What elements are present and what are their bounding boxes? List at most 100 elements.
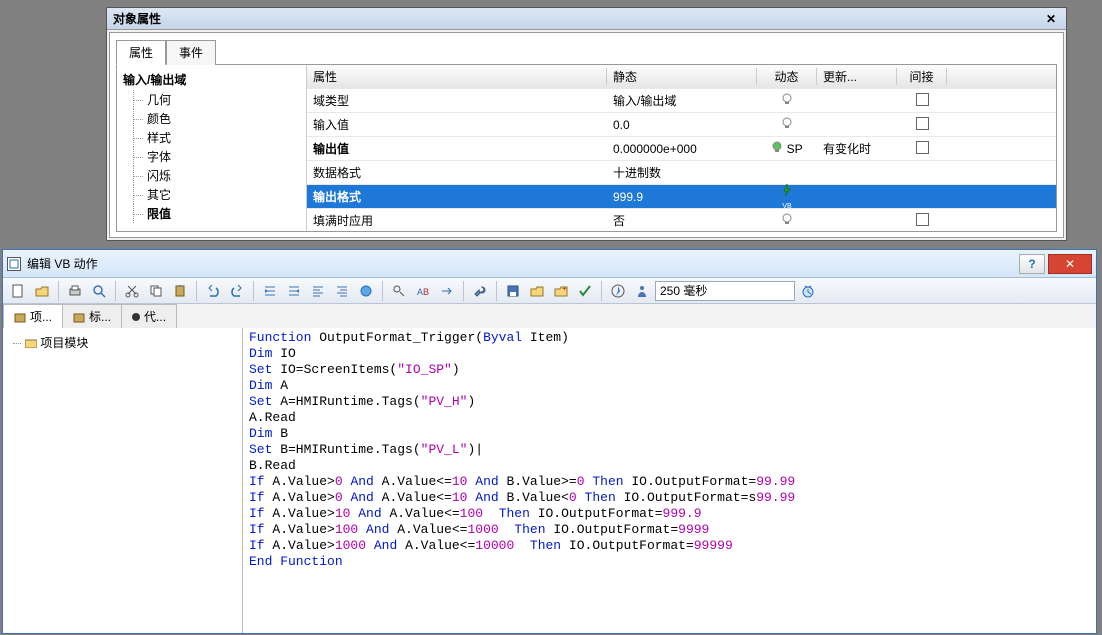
tree-root[interactable]: 输入/输出域 <box>119 69 304 90</box>
attr-static[interactable]: 0.000000e+000 <box>607 142 757 156</box>
svg-text:+: + <box>562 284 567 293</box>
table-row[interactable]: 输出格式999.9 VB <box>307 185 1056 209</box>
print-icon[interactable] <box>64 280 86 302</box>
col-dynamic[interactable]: 动态 <box>757 68 817 85</box>
redo-icon[interactable] <box>226 280 248 302</box>
bulb-icon[interactable] <box>781 117 793 129</box>
vb-title: 编辑 VB 动作 <box>27 255 98 272</box>
tab-events[interactable]: 事件 <box>166 40 216 65</box>
folder-icon[interactable] <box>526 280 548 302</box>
help-button[interactable]: ? <box>1019 254 1045 274</box>
project-tree: 项目模块 <box>3 328 243 633</box>
tree-project-modules[interactable]: 项目模块 <box>7 332 238 353</box>
attr-indirect[interactable] <box>897 117 947 133</box>
tree-item[interactable]: 闪烁 <box>119 166 304 185</box>
vb-tabs: 项... 标... 代... <box>3 304 1096 328</box>
attr-name: 域类型 <box>307 92 607 109</box>
table-row[interactable]: 输出值0.000000e+000 SP有变化时 <box>307 137 1056 161</box>
bulb-icon[interactable] <box>781 93 793 105</box>
indent-icon[interactable] <box>259 280 281 302</box>
tree-item[interactable]: 样式 <box>119 128 304 147</box>
table-row[interactable]: 填满时应用否 <box>307 209 1056 231</box>
checkbox[interactable] <box>916 141 929 154</box>
attr-name: 输出值 <box>307 140 607 157</box>
table-row[interactable]: 域类型输入/输出域 <box>307 89 1056 113</box>
tab-bookmarks-label: 标... <box>89 308 111 325</box>
vb-toolbar: AB + <box>3 278 1096 304</box>
tab-code[interactable]: 代... <box>121 304 177 328</box>
attr-static[interactable]: 否 <box>607 212 757 229</box>
object-properties-window: 对象属性 ✕ 属性 事件 输入/输出域 几何颜色样式字体闪烁其它限值 属性 静态… <box>106 7 1067 241</box>
undo-icon[interactable] <box>202 280 224 302</box>
property-table: 属性 静态 动态 更新... 间接 域类型输入/输出域输入值0.0输出值0.00… <box>307 65 1056 231</box>
bookmark-icon[interactable] <box>355 280 377 302</box>
table-row[interactable]: 数据格式十进制数 <box>307 161 1056 185</box>
tree-item[interactable]: 几何 <box>119 90 304 109</box>
save-icon[interactable] <box>502 280 524 302</box>
attr-indirect[interactable] <box>897 213 947 229</box>
props-titlebar[interactable]: 对象属性 ✕ <box>107 8 1066 30</box>
check-icon[interactable] <box>574 280 596 302</box>
tab-bookmarks[interactable]: 标... <box>62 304 122 328</box>
person-icon[interactable] <box>631 280 653 302</box>
bulb-icon[interactable] <box>781 213 793 225</box>
tree-item[interactable]: 限值 <box>119 204 304 223</box>
attr-update[interactable]: 有变化时 <box>817 140 897 157</box>
goto-icon[interactable] <box>436 280 458 302</box>
attr-name: 填满时应用 <box>307 212 607 229</box>
col-update[interactable]: 更新... <box>817 68 897 85</box>
tree-project-label: 项目模块 <box>40 336 88 350</box>
table-row[interactable]: 输入值0.0 <box>307 113 1056 137</box>
attr-name: 输入值 <box>307 116 607 133</box>
attr-static[interactable]: 999.9 <box>607 190 757 204</box>
tab-project[interactable]: 项... <box>3 304 63 328</box>
attr-dynamic[interactable] <box>757 93 817 108</box>
checkbox[interactable] <box>916 213 929 226</box>
svg-text:B: B <box>423 287 429 297</box>
tree-item[interactable]: 颜色 <box>119 109 304 128</box>
preview-icon[interactable] <box>88 280 110 302</box>
trigger-interval-input[interactable] <box>655 281 795 301</box>
replace-icon[interactable]: AB <box>412 280 434 302</box>
col-static[interactable]: 静态 <box>607 68 757 85</box>
checkbox[interactable] <box>916 117 929 130</box>
attr-indirect[interactable] <box>897 93 947 109</box>
attr-indirect[interactable] <box>897 141 947 157</box>
align-left-icon[interactable] <box>307 280 329 302</box>
tree-item[interactable]: 字体 <box>119 147 304 166</box>
close-button[interactable]: ✕ <box>1048 254 1092 274</box>
bulb-icon[interactable] <box>771 141 783 153</box>
attr-dynamic[interactable]: VB <box>757 184 817 210</box>
vb-titlebar[interactable]: 编辑 VB 动作 ? ✕ <box>3 250 1096 278</box>
attr-static[interactable]: 十进制数 <box>607 164 757 181</box>
col-indirect[interactable]: 间接 <box>897 68 947 85</box>
wrench-icon[interactable] <box>469 280 491 302</box>
vb-bolt-icon[interactable]: VB <box>781 184 793 196</box>
attr-static[interactable]: 0.0 <box>607 118 757 132</box>
clock-icon[interactable] <box>797 280 819 302</box>
find-icon[interactable] <box>388 280 410 302</box>
new-icon[interactable] <box>7 280 29 302</box>
col-attr[interactable]: 属性 <box>307 68 607 85</box>
align-right-icon[interactable] <box>331 280 353 302</box>
tree-item[interactable]: 其它 <box>119 185 304 204</box>
attr-static[interactable]: 输入/输出域 <box>607 92 757 109</box>
copy-icon[interactable] <box>145 280 167 302</box>
tab-attributes[interactable]: 属性 <box>116 40 166 65</box>
open-icon[interactable] <box>31 280 53 302</box>
code-editor[interactable]: Function OutputFormat_Trigger(Byval Item… <box>243 328 1096 633</box>
folder-plus-icon[interactable]: + <box>550 280 572 302</box>
outdent-icon[interactable] <box>283 280 305 302</box>
attr-dynamic[interactable]: SP <box>757 141 817 156</box>
close-icon[interactable]: ✕ <box>1042 8 1060 29</box>
category-tree: 输入/输出域 几何颜色样式字体闪烁其它限值 <box>117 65 307 231</box>
checkbox[interactable] <box>916 93 929 106</box>
tab-project-label: 项... <box>30 308 52 325</box>
attr-name: 输出格式 <box>307 188 607 205</box>
attr-dynamic[interactable] <box>757 213 817 228</box>
cut-icon[interactable] <box>121 280 143 302</box>
paste-icon[interactable] <box>169 280 191 302</box>
props-tabs: 属性 事件 <box>116 39 1057 64</box>
attr-dynamic[interactable] <box>757 117 817 132</box>
compass-icon[interactable] <box>607 280 629 302</box>
